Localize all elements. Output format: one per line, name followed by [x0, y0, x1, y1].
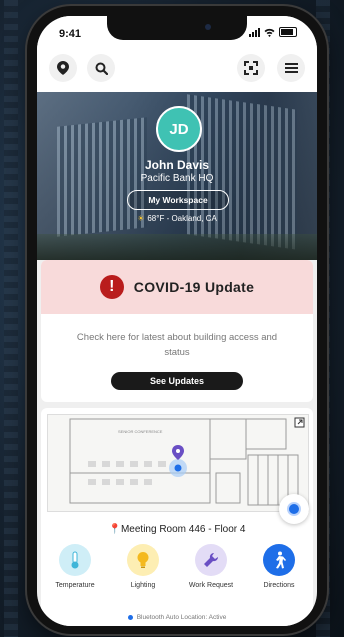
- current-position-dot: [174, 464, 182, 472]
- room-location: 📍Meeting Room 446 - Floor 4: [41, 524, 313, 535]
- covid-description: Check here for latest about building acc…: [76, 332, 278, 358]
- menu-button[interactable]: [277, 54, 305, 82]
- hamburger-menu-icon: [284, 63, 298, 73]
- user-name: John Davis: [144, 158, 210, 172]
- bluetooth-status-dot: [127, 614, 133, 620]
- search-button[interactable]: [87, 54, 115, 82]
- backdrop-strip: [4, 0, 18, 637]
- bluetooth-status: Bluetooth Auto Location: Active: [41, 614, 313, 621]
- action-label: Work Request: [188, 582, 234, 589]
- action-label: Temperature: [55, 582, 95, 589]
- scan-button[interactable]: [237, 54, 265, 82]
- location-pin-icon: [57, 61, 69, 75]
- wrench-icon: [195, 544, 227, 576]
- floor-plan-map[interactable]: SENIOR CONFERENCE: [47, 414, 309, 512]
- map-card: SENIOR CONFERENCE 📍Meeting Room 446 - Fl…: [41, 408, 313, 626]
- building-image: [187, 94, 297, 250]
- ground-shade: [37, 234, 317, 260]
- covid-title: COVID-19 Update: [133, 279, 255, 295]
- phone-frame: 9:41 JD John Davis Pacific Bank HQ My Wo…: [27, 6, 327, 634]
- phone-notch: [107, 16, 247, 40]
- wifi-icon: [264, 28, 275, 37]
- status-time: 9:41: [59, 28, 82, 40]
- action-temperature[interactable]: Temperature: [43, 544, 107, 589]
- sun-icon: ☀: [137, 214, 145, 223]
- covid-header: ! COVID-19 Update: [41, 260, 313, 314]
- bluetooth-status-text: Bluetooth Auto Location: Active: [136, 614, 227, 621]
- search-icon: [95, 62, 108, 75]
- action-label: Directions: [263, 582, 295, 589]
- thermometer-icon: [59, 544, 91, 576]
- avatar[interactable]: JD: [156, 106, 202, 152]
- covid-update-card[interactable]: ! COVID-19 Update Check here for latest …: [41, 260, 313, 402]
- action-directions[interactable]: Directions: [247, 544, 311, 589]
- scan-icon: [244, 61, 258, 75]
- weather-info: ☀ 68°F - Oakland, CA: [37, 214, 317, 223]
- locate-icon: [287, 502, 301, 516]
- room-tag: SENIOR CONFERENCE: [118, 429, 163, 434]
- location-pin-button[interactable]: [49, 54, 77, 82]
- lightbulb-icon: [127, 544, 159, 576]
- quick-actions: Temperature Lighting Work Request Direct…: [41, 544, 313, 589]
- top-toolbar: [37, 46, 317, 92]
- app-screen: 9:41 JD John Davis Pacific Bank HQ My Wo…: [37, 16, 317, 626]
- alert-icon: !: [99, 275, 124, 299]
- company-name: Pacific Bank HQ: [140, 173, 214, 184]
- battery-icon: [279, 27, 297, 37]
- see-updates-button[interactable]: See Updates: [111, 372, 243, 390]
- action-lighting[interactable]: Lighting: [111, 544, 175, 589]
- floor-plan-drawing: SENIOR CONFERENCE: [69, 417, 305, 506]
- walking-person-icon: [263, 544, 295, 576]
- my-workspace-button[interactable]: My Workspace: [127, 190, 229, 210]
- action-work-request[interactable]: Work Request: [179, 544, 243, 589]
- location-pin-icon: 📍: [108, 524, 121, 535]
- locate-me-button[interactable]: [279, 494, 309, 524]
- room-location-text: Meeting Room 446 - Floor 4: [120, 524, 246, 535]
- profile-hero: JD John Davis Pacific Bank HQ My Workspa…: [37, 92, 317, 260]
- weather-text: 68°F - Oakland, CA: [147, 214, 217, 223]
- signal-icon: [249, 27, 260, 37]
- status-icons: [249, 27, 297, 37]
- action-label: Lighting: [130, 582, 156, 589]
